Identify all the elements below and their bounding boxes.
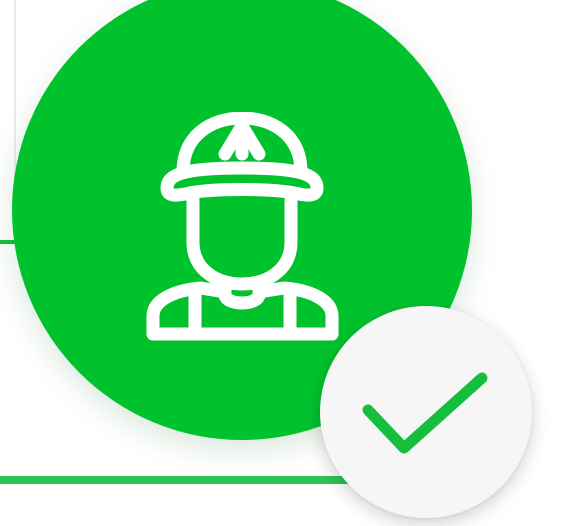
- checkmark-icon: [362, 372, 488, 454]
- illustration-canvas: [0, 0, 575, 526]
- connector-line-bottom: [0, 476, 386, 484]
- worker-icon: [146, 112, 339, 341]
